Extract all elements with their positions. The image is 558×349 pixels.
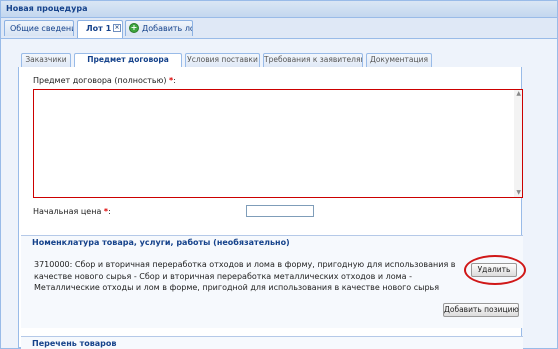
- required-mark: *: [169, 76, 174, 85]
- window-title: Новая процедура: [6, 4, 88, 13]
- subject-label-text: Предмет договора (полностью): [33, 76, 167, 85]
- window-title-bar: Новая процедура: [1, 1, 557, 18]
- tab-general-info[interactable]: Общие сведения: [4, 20, 74, 36]
- add-position-button[interactable]: Добавить позицию: [443, 303, 519, 317]
- tab-delivery-terms[interactable]: Условия поставки: [185, 53, 260, 67]
- tab-documentation[interactable]: Документация: [366, 53, 432, 67]
- nomenclature-item-text: 3710000: Сбор и вторичная переработка от…: [34, 260, 456, 292]
- required-mark: *: [103, 207, 109, 216]
- tab-lot-1[interactable]: Лот 1 ×: [77, 20, 123, 38]
- procedure-window: Новая процедура Общие сведения Лот 1 × +…: [0, 0, 558, 349]
- initial-price-input[interactable]: [246, 205, 314, 217]
- highlight-circle: [464, 255, 526, 285]
- inner-tab-strip: Заказчики Предмет договора Условия поста…: [18, 51, 522, 68]
- tab-lot-1-label: Лот 1: [86, 24, 112, 33]
- price-label-text: Начальная цена: [33, 207, 102, 216]
- price-label: Начальная цена *:: [33, 207, 111, 216]
- subject-label: Предмет договора (полностью) *:: [33, 76, 176, 85]
- tab-customers[interactable]: Заказчики: [21, 53, 71, 67]
- tab-add-lot-label: Добавить лот: [142, 24, 192, 33]
- tab-contract-subject[interactable]: Предмет договора: [74, 53, 182, 68]
- scroll-up-icon[interactable]: ▲: [516, 91, 521, 97]
- textarea-scrollbar[interactable]: ▲ ▼: [514, 90, 522, 197]
- scroll-down-icon[interactable]: ▼: [516, 190, 521, 196]
- add-icon: +: [129, 23, 139, 33]
- close-icon[interactable]: ×: [113, 24, 121, 32]
- subject-textarea[interactable]: ▲ ▼: [33, 89, 523, 198]
- nomenclature-legend: Номенклатура товара, услуги, работы (нео…: [32, 238, 290, 247]
- tab-applicant-requirements[interactable]: Требования к заявителям: [263, 53, 363, 67]
- tab-add-lot[interactable]: + Добавить лот: [125, 20, 193, 36]
- outer-tab-strip: Общие сведения Лот 1 × + Добавить лот: [1, 18, 557, 39]
- goods-list-legend: Перечень товаров: [32, 339, 117, 348]
- tab-general-info-label: Общие сведения: [10, 24, 73, 33]
